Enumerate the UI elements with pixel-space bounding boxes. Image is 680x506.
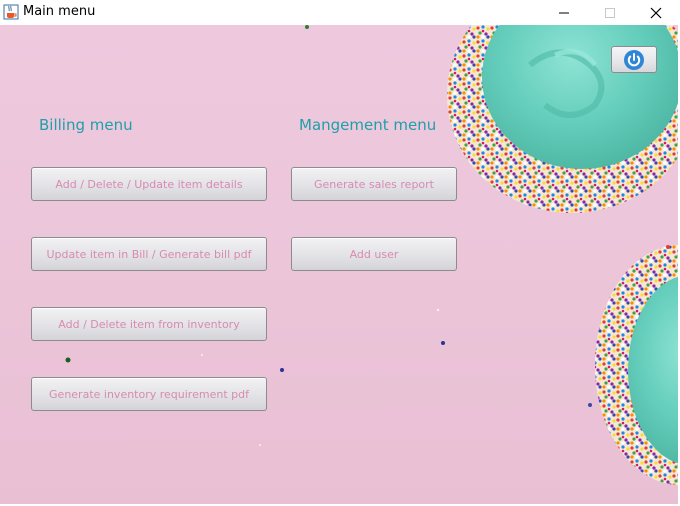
logout-power-button[interactable]	[611, 46, 657, 73]
java-cup-icon	[3, 4, 19, 20]
management-menu-heading: Mangement menu	[299, 116, 437, 134]
close-icon	[650, 7, 662, 18]
add-delete-update-item-details-button[interactable]: Add / Delete / Update item details	[31, 167, 267, 201]
minimize-icon	[559, 12, 569, 13]
maximize-icon	[605, 7, 615, 18]
power-icon	[624, 49, 644, 70]
close-button[interactable]	[633, 0, 679, 25]
maximize-button[interactable]	[587, 0, 633, 25]
add-delete-item-from-inventory-button[interactable]: Add / Delete item from inventory	[31, 307, 267, 341]
add-user-button[interactable]: Add user	[291, 237, 457, 271]
billing-menu-heading: Billing menu	[39, 116, 133, 134]
update-item-in-bill-generate-bill-pdf-button[interactable]: Update item in Bill / Generate bill pdf	[31, 237, 267, 271]
minimize-button[interactable]	[541, 0, 587, 25]
content-area: Billing menu Mangement menu Add / Delete…	[0, 25, 678, 504]
main-menu-window: Main menu Billing menu Mangement menu Ad…	[0, 0, 680, 506]
title-bar: Main menu	[0, 0, 680, 25]
window-title: Main menu	[23, 4, 96, 19]
generate-sales-report-button[interactable]: Generate sales report	[291, 167, 457, 201]
generate-inventory-requirement-pdf-button[interactable]: Generate inventory requirement pdf	[31, 377, 267, 411]
